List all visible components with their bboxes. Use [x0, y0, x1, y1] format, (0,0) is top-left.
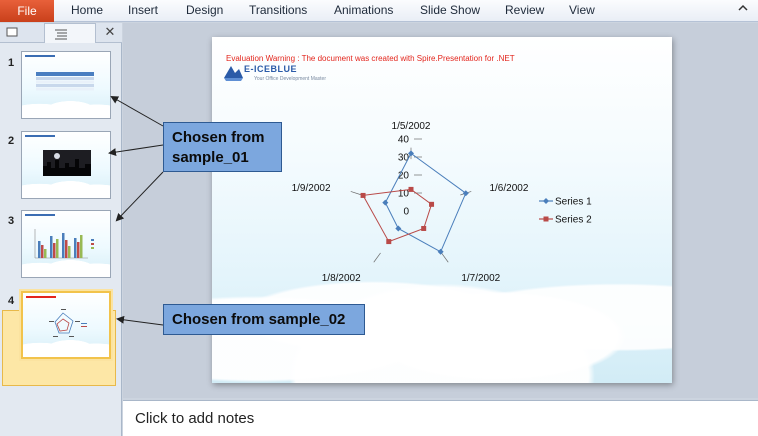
- radar-tick-label: 30: [398, 153, 410, 164]
- tab-review[interactable]: Review: [505, 0, 544, 22]
- slide-thumbnail-1[interactable]: [21, 51, 111, 119]
- pane-tab-strip: ✕: [0, 23, 122, 43]
- tab-design[interactable]: Design: [186, 0, 223, 22]
- slide-number: 3: [8, 215, 15, 227]
- radar-category-label: 1/7/2002: [461, 273, 500, 284]
- radar-category-label: 1/6/2002: [489, 183, 528, 194]
- chevron-up-icon[interactable]: [736, 2, 750, 18]
- slides-tab-icon[interactable]: [3, 25, 23, 41]
- chart-legend: Series 1 Series 2: [539, 197, 592, 226]
- tab-animations[interactable]: Animations: [334, 0, 393, 22]
- radar-point: [395, 225, 402, 232]
- file-tab[interactable]: File: [0, 0, 54, 22]
- radar-category-label: 1/9/2002: [292, 183, 331, 194]
- radar-category-labels: 1/5/2002 1/6/2002 1/7/2002 1/8/2002 1/9/2002: [292, 121, 529, 284]
- ribbon-tab-bar: File Home Insert Design Transitions Anim…: [0, 0, 758, 22]
- radar-point: [421, 225, 427, 231]
- outline-tab-icon[interactable]: [44, 23, 96, 43]
- close-pane-icon[interactable]: ✕: [103, 25, 117, 39]
- radar-point: [360, 192, 366, 198]
- legend-marker: [543, 198, 549, 204]
- radar-category-label: 1/8/2002: [322, 273, 361, 284]
- legend-marker: [543, 216, 549, 222]
- callout-sample-02: Chosen from sample_02: [163, 304, 365, 335]
- legend-label: Series 1: [555, 197, 592, 208]
- radar-axes: [350, 138, 472, 263]
- callout-sample-01: Chosen from sample_01: [163, 122, 282, 172]
- radar-series-line: [384, 152, 467, 253]
- radar-point: [382, 199, 389, 206]
- radar-tick-label: 40: [398, 135, 410, 146]
- radar-point: [386, 239, 392, 245]
- tab-transitions[interactable]: Transitions: [249, 0, 307, 22]
- slides-pane: ✕ 1 2 3 4: [0, 23, 122, 436]
- notes-placeholder[interactable]: Click to add notes: [135, 410, 254, 427]
- callout-sample-01-text: Chosen from sample_01: [172, 129, 265, 166]
- tab-view[interactable]: View: [569, 0, 595, 22]
- radar-point: [437, 248, 444, 255]
- tab-slide-show[interactable]: Slide Show: [420, 0, 480, 22]
- slide-thumbnail-3[interactable]: [21, 210, 111, 278]
- radar-axis-2: [441, 252, 449, 263]
- radar-axis-4: [350, 191, 362, 196]
- slide-thumbnail-2[interactable]: [21, 131, 111, 199]
- radar-series: [360, 150, 469, 255]
- tab-insert[interactable]: Insert: [128, 0, 158, 22]
- radar-axis-3: [373, 252, 381, 263]
- radar-point: [408, 186, 414, 192]
- slide-number: 4: [8, 295, 15, 307]
- radar-category-label: 1/5/2002: [392, 121, 431, 132]
- radar-point: [429, 201, 435, 207]
- notes-pane[interactable]: Click to add notes: [123, 400, 758, 436]
- callout-sample-02-text: Chosen from sample_02: [172, 311, 346, 328]
- slide-thumbnail-4[interactable]: [21, 291, 111, 359]
- radar-tick-label: 0: [403, 207, 409, 218]
- tab-home[interactable]: Home: [71, 0, 103, 22]
- slide-number: 1: [8, 57, 15, 69]
- slide-number: 2: [8, 135, 15, 147]
- legend-label: Series 2: [555, 215, 592, 226]
